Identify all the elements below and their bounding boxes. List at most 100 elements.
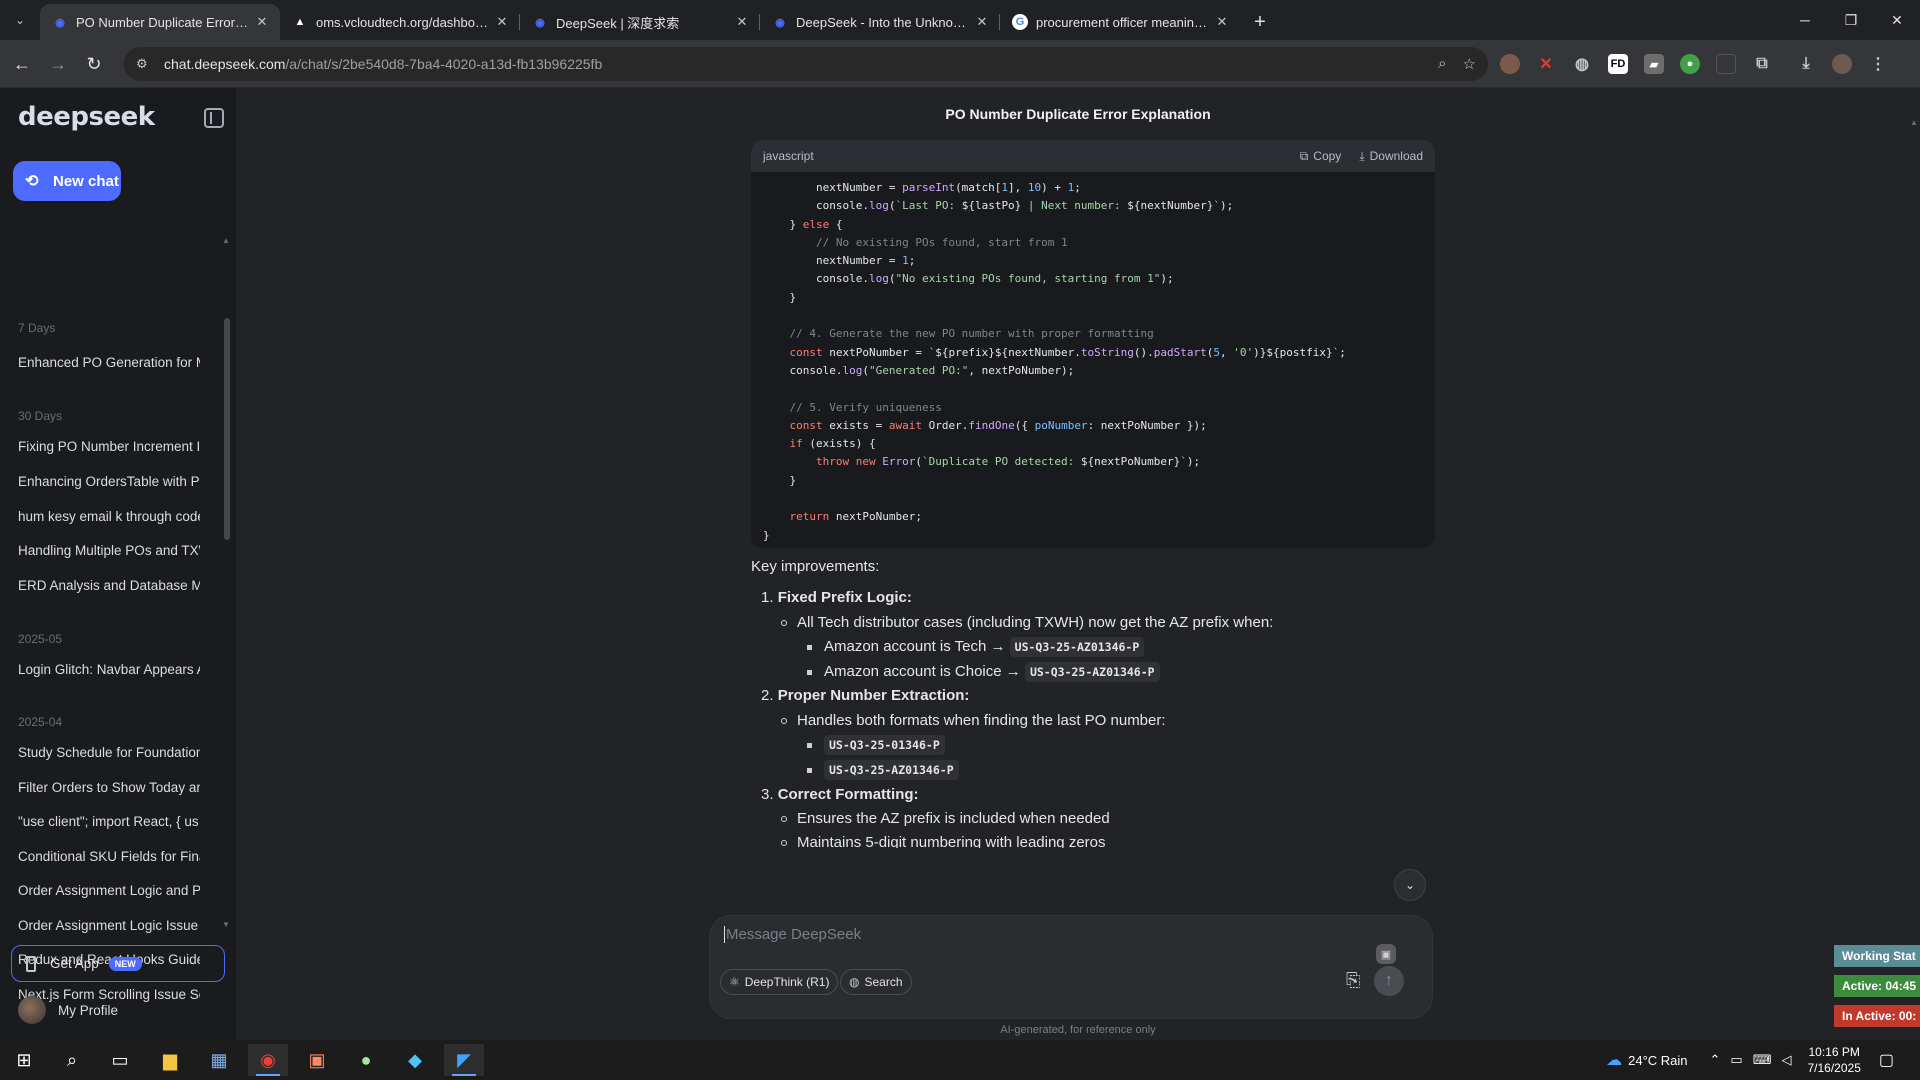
restore-icon[interactable]: ❐ xyxy=(1828,0,1874,40)
attach-icon[interactable]: ⎘ xyxy=(1346,970,1360,991)
minimize-icon[interactable]: ─ xyxy=(1782,0,1828,40)
window-controls: ─ ❐ ✕ xyxy=(1782,0,1920,40)
message-composer: Message DeepSeek ▣ ⚛ DeepThink (R1) ◍ Sear… xyxy=(709,915,1433,1019)
volume-muted-icon[interactable]: ◁ xyxy=(1781,1052,1791,1068)
bookmark-star-icon[interactable]: ☆ xyxy=(1463,55,1476,73)
search-button[interactable]: ◍ Search xyxy=(840,969,912,995)
message-intro: Key improvements: xyxy=(751,558,880,575)
ai-disclaimer: AI-generated, for reference only xyxy=(1000,1024,1156,1036)
history-item[interactable]: Conditional SKU Fields for Finan xyxy=(18,849,200,864)
message-input[interactable]: Message DeepSeek xyxy=(724,926,861,943)
history-item[interactable]: Filter Orders to Show Today and xyxy=(18,780,200,795)
extension-cast-icon[interactable] xyxy=(1716,54,1736,74)
new-chat-label: New chat xyxy=(53,172,119,190)
history-item[interactable]: Enhancing OrdersTable with Pro xyxy=(18,474,200,489)
new-tab-icon[interactable]: + xyxy=(1246,8,1274,36)
clock[interactable]: 10:16 PM 7/16/2025 xyxy=(1807,1044,1860,1076)
close-window-icon[interactable]: ✕ xyxy=(1874,0,1920,40)
tab-deepseek-unknown[interactable]: ◉ DeepSeek - Into the Unknown ✕ xyxy=(760,4,1000,40)
close-tab-icon[interactable]: ✕ xyxy=(494,14,510,30)
menu-dots-icon[interactable]: ⋮ xyxy=(1868,54,1888,74)
history-group-label: 2025-05 xyxy=(18,632,63,646)
history-item[interactable]: Handling Multiple POs and TXW xyxy=(18,543,200,558)
file-explorer-icon[interactable]: ▆ xyxy=(150,1044,190,1076)
history-item[interactable]: Fixing PO Number Increment Iss xyxy=(18,439,200,454)
send-button[interactable]: ↑ xyxy=(1374,966,1404,996)
extensions-area: ✕ ◍ FD ▰ ● ⧉ ⤓ ⋮ xyxy=(1500,54,1888,74)
copy-button[interactable]: ⧉ Copy xyxy=(1300,149,1342,164)
copy-icon: ⧉ xyxy=(1299,148,1309,163)
close-tab-icon[interactable]: ✕ xyxy=(254,14,270,30)
zoho-app-icon[interactable]: ▣ xyxy=(297,1044,337,1076)
extension-globe-icon[interactable]: ◍ xyxy=(1572,54,1592,74)
app-icon[interactable]: ● xyxy=(346,1044,386,1076)
inactive-time-badge: In Active: 00: xyxy=(1834,1005,1920,1027)
battery-icon[interactable]: ▭ xyxy=(1730,1052,1742,1068)
profile-label: My Profile xyxy=(58,1002,119,1018)
tab-search-icon[interactable]: ⌄ xyxy=(8,8,32,32)
network-icon[interactable]: ⌨ xyxy=(1753,1052,1772,1068)
close-tab-icon[interactable]: ✕ xyxy=(1214,14,1230,30)
new-chat-button[interactable]: ⟲ New chat xyxy=(13,161,121,201)
history-item[interactable]: "use client"; import React, { us xyxy=(18,814,200,829)
list-item: Amazon account is Tech → US-Q3-25-AZ0134… xyxy=(807,637,1145,657)
task-view-icon[interactable]: ▭ xyxy=(100,1044,140,1076)
sidebar-scrollbar[interactable] xyxy=(224,318,230,540)
extension-image-icon[interactable]: ▰ xyxy=(1644,54,1664,74)
tab-deepseek-cn[interactable]: ◉ DeepSeek | 深度求索 ✕ xyxy=(520,4,760,40)
inline-code: US-Q3-25-AZ01346-P xyxy=(1009,637,1145,657)
history-item[interactable]: Order Assignment Logic Issue w xyxy=(18,918,200,933)
tab-procurement-officer[interactable]: G procurement officer meaning - ✕ xyxy=(1000,4,1240,40)
download-icon[interactable]: ⤓ xyxy=(1796,54,1816,74)
get-app-button[interactable]: Get App NEW xyxy=(11,945,225,982)
scroll-to-bottom-button[interactable]: ⌄ xyxy=(1394,869,1426,901)
forward-icon[interactable]: → xyxy=(44,50,72,78)
search-icon[interactable]: ⌕ xyxy=(52,1044,92,1076)
history-item[interactable]: Order Assignment Logic and Pri xyxy=(18,883,200,898)
close-tab-icon[interactable]: ✕ xyxy=(974,14,990,30)
history-item[interactable]: Study Schedule for Foundation U xyxy=(18,745,200,760)
scroll-up-arrow-icon[interactable]: ▲ xyxy=(1910,118,1918,127)
page-title: PO Number Duplicate Error Explanation xyxy=(945,106,1211,122)
extensions-puzzle-icon[interactable]: ⧉ xyxy=(1752,54,1772,74)
chrome-icon[interactable]: ◉ xyxy=(248,1044,288,1076)
code-language: javascript xyxy=(763,149,814,163)
profile-avatar-icon[interactable] xyxy=(1832,54,1852,74)
active-time-badge: Active: 04:45 xyxy=(1834,975,1920,997)
tab-po-number-duplicate[interactable]: ◉ PO Number Duplicate Error Exp ✕ xyxy=(40,4,280,40)
address-bar[interactable]: ⚙ chat.deepseek.com/a/chat/s/2be540d8-7b… xyxy=(124,47,1488,81)
robot-icon[interactable]: ▣ xyxy=(1376,944,1396,964)
deepseek-favicon-icon: ◉ xyxy=(55,16,65,29)
tab-oms-dashboard[interactable]: ▲ oms.vcloudtech.org/dashboard ✕ xyxy=(280,4,520,40)
scroll-down-arrow-icon[interactable]: ▼ xyxy=(222,920,230,929)
store-icon[interactable]: ▦ xyxy=(199,1044,239,1076)
chevron-up-icon[interactable]: ⌃ xyxy=(1710,1052,1721,1068)
list-item: 3. Correct Formatting: xyxy=(761,786,919,803)
url-text: chat.deepseek.com/a/chat/s/2be540d8-7ba4… xyxy=(164,56,603,72)
chevron-down-icon: ⌄ xyxy=(1404,878,1416,892)
zoom-icon[interactable]: ⌕ xyxy=(1438,55,1446,73)
extension-x-icon[interactable]: ✕ xyxy=(1536,54,1556,74)
site-info-icon[interactable]: ⚙ xyxy=(136,56,156,72)
back-icon[interactable]: ← xyxy=(8,50,36,78)
scroll-up-arrow-icon[interactable]: ▲ xyxy=(222,236,230,245)
history-item[interactable]: Login Glitch: Navbar Appears Ab xyxy=(18,662,200,677)
vscode-icon[interactable]: ◤ xyxy=(444,1044,484,1076)
download-button[interactable]: ⤓ Download xyxy=(1359,149,1423,164)
windows-start-icon[interactable]: ⊞ xyxy=(4,1044,44,1076)
reload-icon[interactable]: ↻ xyxy=(80,50,108,78)
my-profile-button[interactable]: My Profile xyxy=(18,996,118,1024)
history-item[interactable]: hum kesy email k through code xyxy=(18,509,200,524)
notification-icon[interactable]: ▢ xyxy=(1879,1050,1894,1070)
history-item[interactable]: ERD Analysis and Database Mod xyxy=(18,578,200,593)
extension-fd-icon[interactable]: FD xyxy=(1608,54,1628,74)
history-item[interactable]: Enhanced PO Generation for Mu xyxy=(18,355,200,370)
collapse-sidebar-icon[interactable] xyxy=(204,108,224,128)
extension-green-icon[interactable]: ● xyxy=(1680,54,1700,74)
close-tab-icon[interactable]: ✕ xyxy=(734,14,750,30)
weather-text[interactable]: 24°C Rain xyxy=(1628,1053,1687,1068)
extension-avatar-icon[interactable] xyxy=(1500,54,1520,74)
app-icon[interactable]: ◆ xyxy=(395,1044,435,1076)
chat-main: PO Number Duplicate Error Explanation ▲ … xyxy=(236,88,1920,1040)
deepthink-button[interactable]: ⚛ DeepThink (R1) xyxy=(720,969,839,995)
